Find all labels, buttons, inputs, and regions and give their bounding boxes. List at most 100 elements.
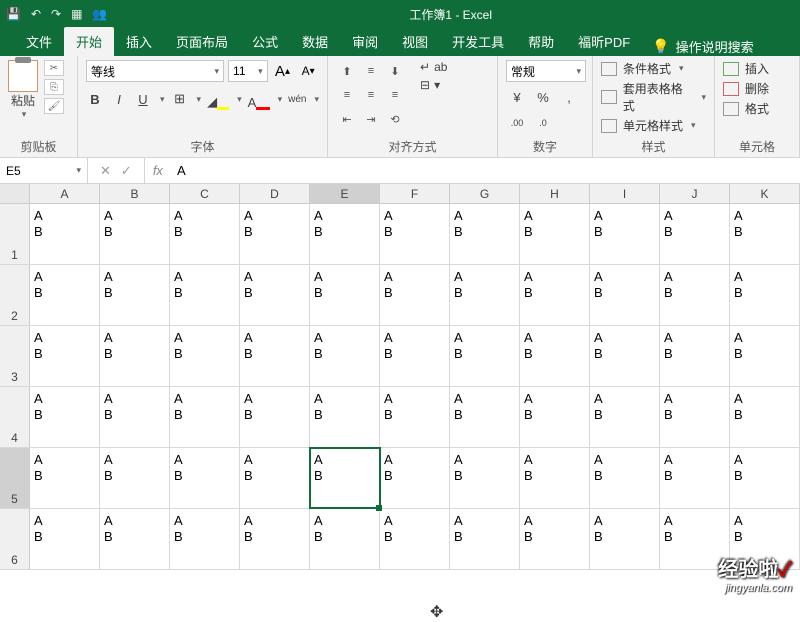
cell[interactable]: A B xyxy=(100,265,170,325)
cell[interactable]: A B xyxy=(450,387,520,447)
touch-icon[interactable]: 👥 xyxy=(92,7,107,21)
tab-data[interactable]: 数据 xyxy=(290,27,340,56)
col-header[interactable]: K xyxy=(730,184,800,203)
conditional-format-button[interactable]: 条件格式▾ xyxy=(601,60,706,77)
cell[interactable]: A B xyxy=(730,204,800,264)
align-center-button[interactable]: ≡ xyxy=(360,84,382,106)
cell[interactable]: A B xyxy=(100,448,170,508)
cell[interactable]: A B xyxy=(590,326,660,386)
cell-styles-button[interactable]: 单元格样式▾ xyxy=(601,117,706,134)
cell[interactable]: A B xyxy=(310,204,380,264)
chevron-down-icon[interactable]: ▾ xyxy=(237,94,242,105)
row-header[interactable]: 3 xyxy=(0,326,30,386)
fx-icon[interactable]: fx xyxy=(145,163,171,178)
align-right-button[interactable]: ≡ xyxy=(384,84,406,106)
underline-button[interactable]: U xyxy=(134,88,152,110)
cell[interactable]: A B xyxy=(730,265,800,325)
wrap-text-button[interactable]: ↵ab xyxy=(420,60,447,74)
cell[interactable]: A B xyxy=(450,204,520,264)
col-header[interactable]: D xyxy=(240,184,310,203)
cut-button[interactable]: ✂ xyxy=(44,60,64,76)
cell[interactable]: A B xyxy=(520,448,590,508)
col-header[interactable]: G xyxy=(450,184,520,203)
cell[interactable]: A B xyxy=(450,265,520,325)
undo-icon[interactable]: ↶ xyxy=(31,7,41,21)
italic-button[interactable]: I xyxy=(110,88,128,110)
cell[interactable]: A B xyxy=(380,387,450,447)
format-as-table-button[interactable]: 套用表格格式▾ xyxy=(601,80,706,114)
col-header[interactable]: A xyxy=(30,184,100,203)
cell[interactable]: A B xyxy=(520,387,590,447)
tab-developer[interactable]: 开发工具 xyxy=(440,27,516,56)
cell[interactable]: A B xyxy=(450,509,520,569)
cell[interactable]: A B xyxy=(310,387,380,447)
enter-icon[interactable]: ✓ xyxy=(121,163,132,179)
cell[interactable]: A B xyxy=(170,204,240,264)
cell[interactable]: A B xyxy=(310,265,380,325)
cell[interactable]: A B xyxy=(450,326,520,386)
col-header[interactable]: I xyxy=(590,184,660,203)
decrease-indent-button[interactable]: ⇤ xyxy=(336,108,358,130)
tab-file[interactable]: 文件 xyxy=(14,27,64,56)
cell[interactable]: A B xyxy=(30,326,100,386)
cell[interactable]: A B xyxy=(380,326,450,386)
cell[interactable]: A B xyxy=(170,448,240,508)
cell[interactable]: A B xyxy=(240,265,310,325)
cell[interactable]: A B xyxy=(310,448,380,508)
cell[interactable]: A B xyxy=(590,265,660,325)
col-header[interactable]: B xyxy=(100,184,170,203)
cell[interactable]: A B xyxy=(30,509,100,569)
tell-me-search[interactable]: 💡 操作说明搜索 xyxy=(652,37,753,56)
decrease-decimal-button[interactable]: .0 xyxy=(532,112,554,134)
currency-button[interactable]: ¥ xyxy=(506,86,528,108)
col-header[interactable]: E xyxy=(310,184,380,203)
cell[interactable]: A B xyxy=(30,448,100,508)
cell[interactable]: A B xyxy=(30,265,100,325)
tab-formulas[interactable]: 公式 xyxy=(240,27,290,56)
cell[interactable]: A B xyxy=(100,509,170,569)
chevron-down-icon[interactable]: ▾ xyxy=(160,94,165,105)
cell[interactable]: A B xyxy=(240,326,310,386)
increase-font-button[interactable]: A▴ xyxy=(272,60,294,82)
orientation-button[interactable]: ⟲ xyxy=(384,108,406,130)
tab-insert[interactable]: 插入 xyxy=(114,27,164,56)
align-bottom-button[interactable]: ⬇ xyxy=(384,60,406,82)
number-format-combo[interactable]: 常规▾ xyxy=(506,60,586,82)
cell[interactable]: A B xyxy=(520,265,590,325)
cell[interactable]: A B xyxy=(730,387,800,447)
formula-input[interactable]: A xyxy=(171,163,192,178)
redo-icon[interactable]: ↷ xyxy=(51,7,61,21)
delete-cells-button[interactable]: 删除 xyxy=(723,80,791,97)
phonetic-button[interactable]: wén xyxy=(288,88,306,110)
row-header[interactable]: 4 xyxy=(0,387,30,447)
cell[interactable]: A B xyxy=(380,509,450,569)
cell[interactable]: A B xyxy=(240,204,310,264)
increase-indent-button[interactable]: ⇥ xyxy=(360,108,382,130)
chevron-down-icon[interactable]: ▾ xyxy=(197,94,202,105)
bold-button[interactable]: B xyxy=(86,88,104,110)
decrease-font-button[interactable]: A▾ xyxy=(297,60,319,82)
row-header[interactable]: 5 xyxy=(0,448,30,508)
cell[interactable]: A B xyxy=(590,387,660,447)
align-middle-button[interactable]: ≡ xyxy=(360,60,382,82)
fill-color-button[interactable]: ◢ xyxy=(207,88,229,110)
cell[interactable]: A B xyxy=(590,448,660,508)
cell[interactable]: A B xyxy=(30,204,100,264)
tab-view[interactable]: 视图 xyxy=(390,27,440,56)
tab-layout[interactable]: 页面布局 xyxy=(164,27,240,56)
tab-home[interactable]: 开始 xyxy=(64,27,114,56)
cell[interactable]: A B xyxy=(170,387,240,447)
cell[interactable]: A B xyxy=(450,448,520,508)
merge-button[interactable]: ⊟▾ xyxy=(420,78,447,92)
percent-button[interactable]: % xyxy=(532,86,554,108)
cell[interactable]: A B xyxy=(590,204,660,264)
cell[interactable]: A B xyxy=(380,448,450,508)
cancel-icon[interactable]: ✕ xyxy=(100,163,111,179)
cell[interactable]: A B xyxy=(240,387,310,447)
name-box[interactable]: E5 ▾ xyxy=(0,158,88,183)
tab-help[interactable]: 帮助 xyxy=(516,27,566,56)
align-top-button[interactable]: ⬆ xyxy=(336,60,358,82)
cell[interactable]: A B xyxy=(590,509,660,569)
cell[interactable]: A B xyxy=(100,326,170,386)
tab-review[interactable]: 审阅 xyxy=(340,27,390,56)
